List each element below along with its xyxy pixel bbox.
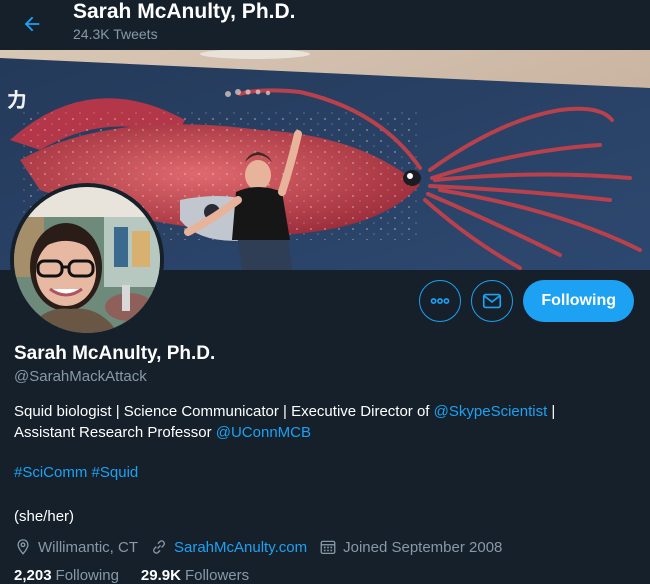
follow-counts: 2,203 Following 29.9K Followers <box>14 567 636 584</box>
profile-header: Sarah McAnulty, Ph.D. 24.3K Tweets <box>0 0 650 50</box>
bio-text-1: Squid biologist | Science Communicator |… <box>14 403 434 420</box>
bio: Squid biologist | Science Communicator |… <box>14 401 636 443</box>
envelope-icon <box>483 293 502 309</box>
location-text: Willimantic, CT <box>38 538 138 556</box>
arrow-left-icon <box>24 16 40 32</box>
back-button[interactable] <box>14 6 50 42</box>
message-button[interactable] <box>471 280 514 322</box>
profile-avatar[interactable] <box>10 183 164 337</box>
join-date-text: Joined September 2008 <box>343 538 503 556</box>
followers-count-number: 29.9K <box>140 567 181 584</box>
link-icon <box>153 540 165 554</box>
location-pin-icon <box>17 539 29 555</box>
bio-hashtags: #SciComm #Squid <box>14 462 636 483</box>
bio-mention-uconnmcb[interactable]: @UConnMCB <box>216 424 311 441</box>
hashtag-scicomm[interactable]: #SciComm <box>14 464 87 481</box>
following-count-number: 2,203 <box>14 567 52 584</box>
following-count[interactable]: 2,203 Following <box>14 567 119 584</box>
website: SarahMcAnulty.com <box>150 538 307 556</box>
more-button[interactable] <box>419 280 462 322</box>
following-count-label: Following <box>55 567 119 584</box>
bio-mention-skypescientist[interactable]: @SkypeScientist <box>434 403 548 420</box>
website-link[interactable]: SarahMcAnulty.com <box>174 539 307 556</box>
header-title: Sarah McAnulty, Ph.D. <box>73 0 296 23</box>
hashtag-squid[interactable]: #Squid <box>92 464 139 481</box>
bio-text-1-tail: | <box>547 403 556 420</box>
location: Willimantic, CT <box>14 538 138 556</box>
followers-count-label: Followers <box>184 567 250 584</box>
profile-info: Sarah McAnulty, Ph.D. @SarahMackAttack S… <box>14 342 636 584</box>
followers-count[interactable]: 29.9K Followers <box>141 567 249 584</box>
profile-meta: Willimantic, CT SarahMcAnulty.com Joined… <box>14 538 636 556</box>
pronouns: (she/her) <box>14 508 75 525</box>
tweet-count: 24.3K Tweets <box>73 26 158 42</box>
more-horizontal-icon <box>430 298 450 304</box>
display-name: Sarah McAnulty, Ph.D. <box>14 343 216 364</box>
following-button[interactable]: Following <box>523 280 634 322</box>
user-handle: @SarahMackAttack <box>14 368 147 385</box>
bio-text-2: Assistant Research Professor <box>14 424 216 441</box>
join-date: Joined September 2008 <box>319 538 502 556</box>
profile-actions: Following <box>419 280 634 322</box>
calendar-icon <box>320 540 336 555</box>
